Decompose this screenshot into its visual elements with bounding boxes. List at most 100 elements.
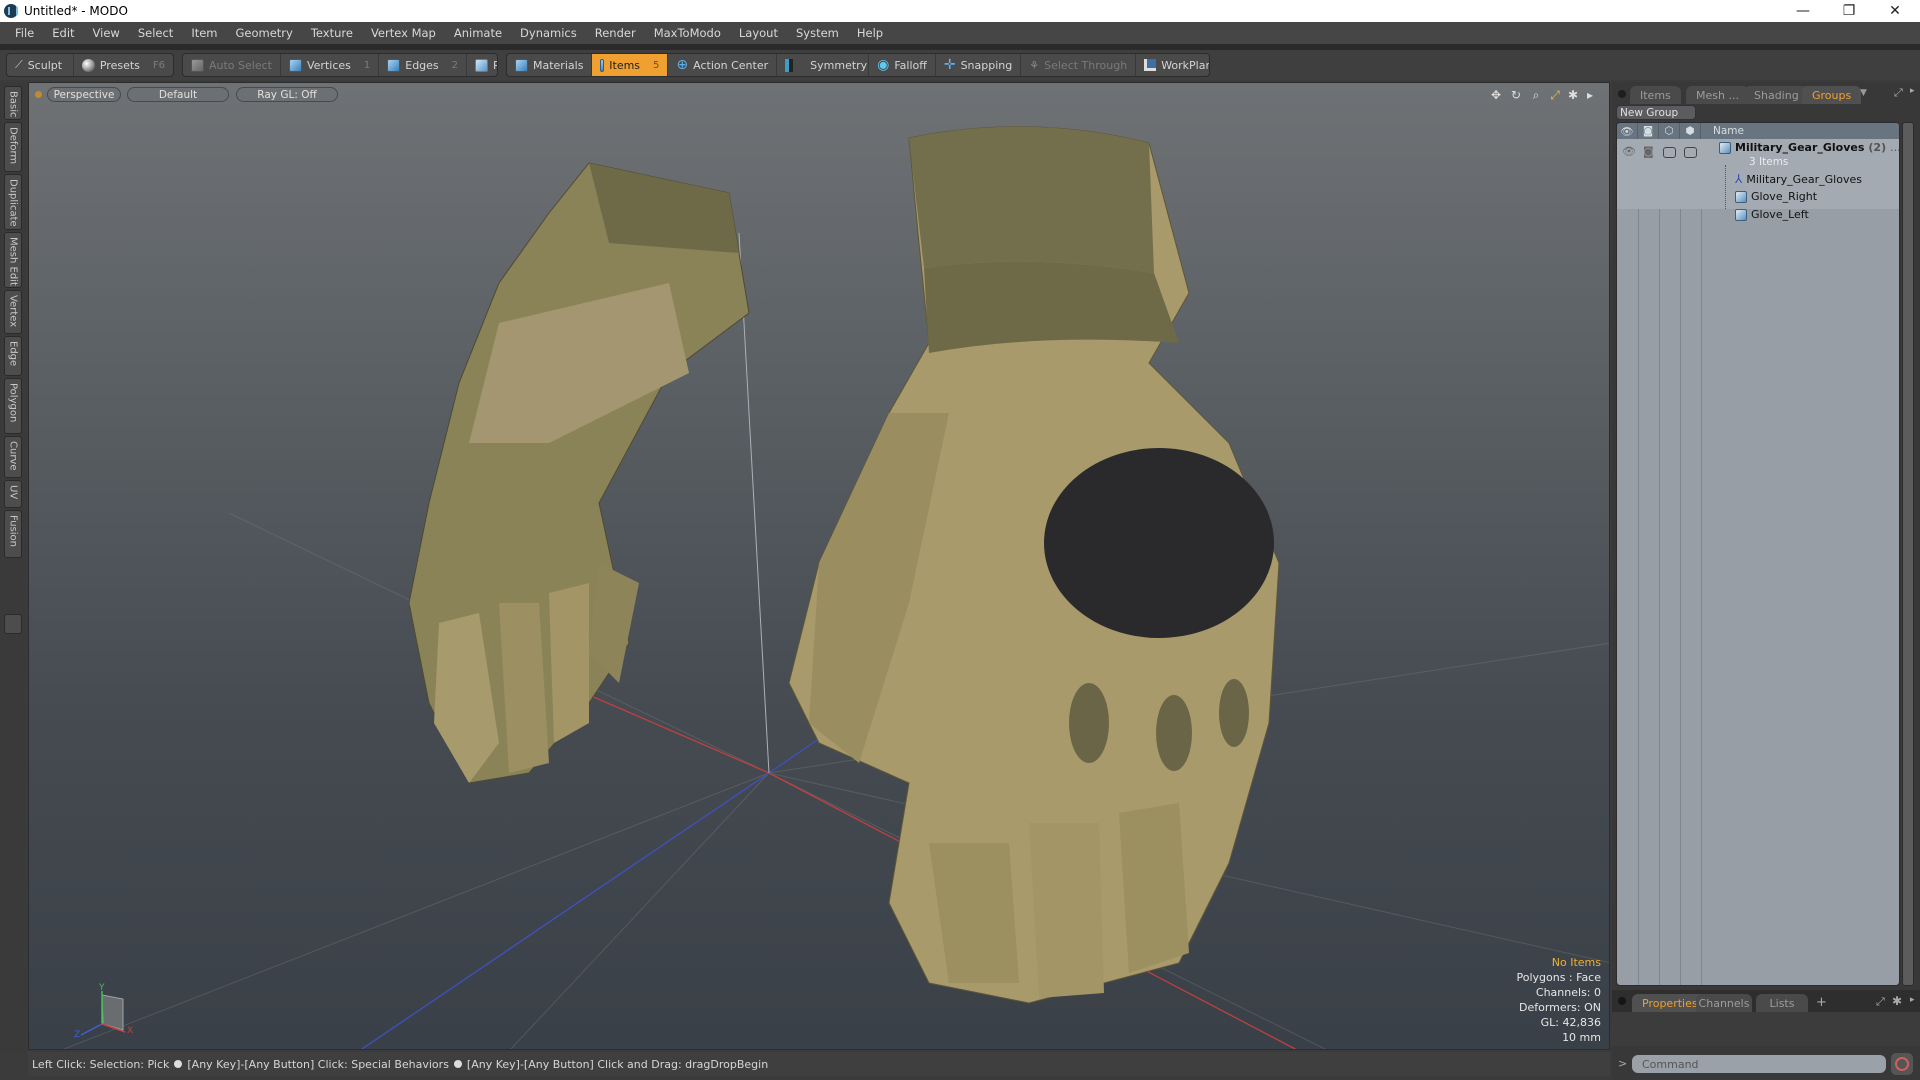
view-perspective-button[interactable]: Perspective: [47, 87, 121, 102]
group-select-checkbox[interactable]: [1684, 147, 1697, 158]
menu-select[interactable]: Select: [129, 26, 182, 40]
record-icon: [1895, 1057, 1909, 1071]
menu-help[interactable]: Help: [848, 26, 892, 40]
sculpt-button[interactable]: ⟋ Sculpt: [7, 54, 74, 76]
select-through-icon: ⚘: [1029, 58, 1040, 72]
command-prompt-label: >: [1618, 1057, 1628, 1070]
axis-y-label: Y: [99, 983, 105, 993]
viewport-settings-gear-icon[interactable]: ✱: [1566, 88, 1580, 102]
tab-dropdown-icon[interactable]: ▼: [1860, 88, 1867, 98]
viewport-menu-arrow-icon[interactable]: ▸: [1583, 88, 1597, 102]
zoom-icon[interactable]: ⌕: [1529, 88, 1543, 102]
symmetry-button[interactable]: Symmetry: [777, 54, 870, 76]
snapping-button[interactable]: ✛ Snapping: [936, 54, 1022, 76]
select-column-icon[interactable]: ⬢: [1680, 123, 1701, 139]
polygons-button[interactable]: Polygons: [467, 54, 497, 76]
edges-button[interactable]: Edges 2: [379, 54, 468, 76]
maximize-panel-icon[interactable]: ⤢: [1876, 995, 1885, 1009]
close-button[interactable]: ✕: [1872, 0, 1918, 22]
maximize-panel-icon[interactable]: ⤢: [1894, 86, 1903, 100]
tab-polygon[interactable]: Polygon: [4, 378, 22, 434]
group-icon: [1719, 141, 1731, 154]
tab-uv[interactable]: UV: [4, 480, 22, 508]
menu-file[interactable]: File: [6, 26, 43, 40]
glove-right-mesh[interactable]: [788, 126, 1280, 1004]
panel-settings-gear-icon[interactable]: ✱: [1892, 994, 1902, 1008]
group-lock-checkbox[interactable]: [1663, 147, 1676, 158]
pan-icon[interactable]: ✥: [1489, 88, 1503, 102]
menu-animate[interactable]: Animate: [445, 26, 511, 40]
tab-fusion[interactable]: Fusion: [4, 510, 22, 558]
bullet-icon: [453, 1060, 462, 1068]
list-item[interactable]: Glove_Left: [1735, 208, 1809, 221]
list-scrollbar[interactable]: [1902, 122, 1914, 986]
menu-render[interactable]: Render: [586, 26, 645, 40]
hud-selection: No Items: [1551, 956, 1601, 969]
render-column-camera-icon[interactable]: ◙: [1638, 123, 1659, 139]
menu-geometry[interactable]: Geometry: [227, 26, 302, 40]
menu-edit[interactable]: Edit: [43, 26, 83, 40]
tab-groups[interactable]: Groups: [1802, 86, 1862, 104]
restore-button[interactable]: ❐: [1826, 0, 1872, 22]
tab-curve[interactable]: Curve: [4, 436, 22, 478]
fit-icon[interactable]: ⤢: [1548, 88, 1562, 102]
new-group-button[interactable]: New Group: [1616, 105, 1696, 120]
mesh-icon: [1735, 208, 1747, 221]
tab-duplicate[interactable]: Duplicate: [4, 174, 22, 230]
auto-select-icon: [191, 58, 204, 72]
tab-items[interactable]: Items: [1630, 86, 1681, 104]
glove-left-mesh[interactable]: [408, 162, 750, 784]
bullet-icon: [174, 1060, 183, 1068]
edges-icon: [387, 58, 401, 72]
group-item-count: 3 Items: [1749, 156, 1789, 168]
menu-vertex-map[interactable]: Vertex Map: [362, 26, 445, 40]
record-macro-button[interactable]: [1891, 1053, 1913, 1075]
menu-layout[interactable]: Layout: [730, 26, 787, 40]
group-row[interactable]: Military_Gear_Gloves (2) ...: [1719, 141, 1899, 154]
menu-texture[interactable]: Texture: [302, 26, 362, 40]
raygl-button[interactable]: Ray GL: Off: [236, 87, 338, 102]
minimize-button[interactable]: —: [1780, 0, 1826, 22]
lock-column-icon[interactable]: ⬡: [1659, 123, 1680, 139]
tab-channels[interactable]: Channels: [1696, 994, 1752, 1012]
tab-lists[interactable]: Lists: [1756, 994, 1808, 1012]
menu-item[interactable]: Item: [182, 26, 226, 40]
menu-dynamics[interactable]: Dynamics: [511, 26, 586, 40]
hud-deformers: Deformers: ON: [1519, 1001, 1601, 1014]
action-center-button[interactable]: ⊕ Action Center: [668, 54, 778, 76]
shading-default-button[interactable]: Default: [127, 87, 229, 102]
group-render-icon[interactable]: ◙: [1643, 145, 1654, 158]
menu-maxtomodo[interactable]: MaxToModo: [645, 26, 730, 40]
tab-mesh[interactable]: Mesh ...: [1686, 86, 1749, 104]
tab-mesh-edit[interactable]: Mesh Edit: [4, 232, 22, 288]
rotate-icon[interactable]: ↻: [1509, 88, 1523, 102]
tab-extra[interactable]: [4, 614, 22, 634]
auto-select-button[interactable]: Auto Select: [183, 54, 281, 76]
name-column-header[interactable]: Name: [1701, 123, 1744, 139]
vertices-button[interactable]: Vertices 1: [281, 54, 380, 76]
visibility-column-eye-icon[interactable]: 👁: [1617, 123, 1638, 139]
tab-basic[interactable]: Basic: [4, 86, 22, 120]
hud-gl: GL: 42,836: [1540, 1016, 1601, 1029]
materials-button[interactable]: Materials: [507, 54, 593, 76]
tab-deform[interactable]: Deform: [4, 122, 22, 172]
panel-dot-icon: [1618, 90, 1626, 98]
workplane-button[interactable]: WorkPlane: [1136, 54, 1209, 76]
menu-system[interactable]: System: [787, 26, 848, 40]
group-visibility-eye-icon[interactable]: 👁: [1622, 145, 1636, 158]
presets-button[interactable]: Presets F6: [74, 54, 173, 76]
select-through-button[interactable]: ⚘ Select Through: [1021, 54, 1137, 76]
list-item[interactable]: ⅄ Military_Gear_Gloves: [1735, 172, 1862, 186]
tab-vertex[interactable]: Vertex: [4, 290, 22, 334]
3d-viewport[interactable]: Y X Z Perspective Default Ray GL: Off ✥ …: [28, 82, 1610, 1050]
menu-view[interactable]: View: [84, 26, 129, 40]
panel-menu-arrow-icon[interactable]: ▸: [1910, 86, 1915, 96]
command-input[interactable]: Command: [1632, 1055, 1886, 1073]
tab-shading[interactable]: Shading: [1744, 86, 1809, 104]
tab-edge[interactable]: Edge: [4, 336, 22, 376]
list-item[interactable]: Glove_Right: [1735, 190, 1817, 203]
falloff-button[interactable]: ◉ Falloff: [869, 54, 936, 76]
panel-menu-arrow-icon[interactable]: ▸: [1910, 995, 1915, 1005]
items-button[interactable]: Items 5: [592, 54, 669, 76]
add-tab-button[interactable]: +: [1816, 995, 1827, 1010]
